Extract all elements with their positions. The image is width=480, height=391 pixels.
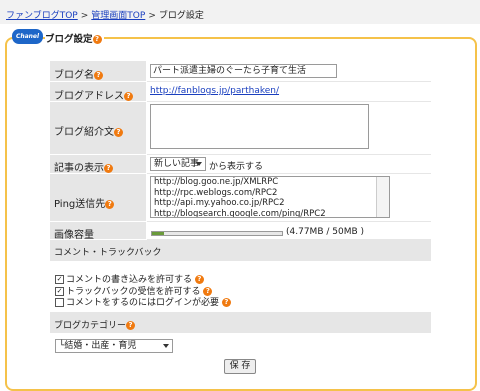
ping-label-cell: Ping送信先? bbox=[50, 174, 146, 222]
category-section-title: ブログカテゴリー? bbox=[54, 318, 136, 331]
help-icon[interactable]: ? bbox=[221, 298, 231, 307]
category-title-text: ブログカテゴリー bbox=[54, 321, 127, 331]
save-button[interactable]: 保 存 bbox=[224, 359, 256, 374]
ping-row: Ping送信先? http://blog.goo.ne.jp/XMLRPC ht… bbox=[50, 174, 431, 222]
blog-address-row: ブログアドレス? http://fanblogs.jp/parthaken/ bbox=[50, 82, 431, 102]
blog-address-label-cell: ブログアドレス? bbox=[50, 82, 146, 102]
blog-intro-row: ブログ紹介文? bbox=[50, 102, 431, 155]
blog-intro-value-cell bbox=[147, 102, 431, 155]
breadcrumb-separator: > bbox=[148, 11, 156, 21]
breadcrumb-link-fanblog-top[interactable]: ファンブログTOP bbox=[6, 11, 78, 21]
help-icon[interactable]: ? bbox=[114, 127, 123, 137]
capacity-bar-fill bbox=[152, 232, 165, 235]
capacity-label-cell: 画像容量 bbox=[50, 222, 146, 241]
breadcrumb-separator: > bbox=[80, 11, 89, 21]
ping-list-textarea[interactable]: http://blog.goo.ne.jp/XMLRPC http://rpc.… bbox=[150, 176, 390, 218]
ping-url: http://rpc.weblogs.com/RPC2 bbox=[154, 187, 278, 198]
capacity-value-cell: (4.77MB / 50MB ) bbox=[147, 222, 431, 240]
breadcrumb: ファンブログTOP > 管理画面TOP > ブログ設定 bbox=[6, 8, 204, 21]
category-value: └結婚・出産・育児 bbox=[59, 341, 137, 351]
blog-name-label: ブログ名? bbox=[54, 66, 103, 81]
display-order-select[interactable]: 新しい記事 bbox=[150, 157, 206, 171]
blog-name-label-cell: ブログ名? bbox=[50, 61, 146, 82]
checkbox[interactable] bbox=[55, 298, 64, 307]
help-icon[interactable]: ? bbox=[126, 321, 136, 330]
ping-label: Ping送信先? bbox=[54, 195, 115, 210]
checkbox[interactable]: ✓ bbox=[55, 275, 64, 284]
chevron-down-icon bbox=[163, 344, 169, 348]
capacity-text: (4.77MB / 50MB ) bbox=[286, 227, 365, 237]
display-label: 記事の表示? bbox=[54, 159, 113, 174]
panel-title: ブログ設定? bbox=[45, 31, 104, 45]
blog-intro-textarea[interactable] bbox=[150, 104, 369, 149]
help-icon[interactable]: ? bbox=[194, 275, 204, 284]
blog-address-label-text: ブログアドレス bbox=[54, 91, 124, 102]
ping-url: http://blogsearch.google.com/ping/RPC2 bbox=[154, 208, 326, 218]
comment-section-header: コメント・トラックバック bbox=[50, 240, 431, 261]
breadcrumb-bar: ファンブログTOP > 管理画面TOP > ブログ設定 bbox=[0, 0, 480, 24]
category-select[interactable]: └結婚・出産・育児 bbox=[55, 339, 173, 353]
display-label-text: 記事の表示 bbox=[54, 163, 104, 174]
display-suffix: から表示する bbox=[209, 162, 264, 172]
panel-title-text: ブログ設定 bbox=[45, 34, 93, 45]
blog-name-label-text: ブログ名 bbox=[54, 70, 94, 81]
option-require-login[interactable]: コメントをするのにはログインが必要 ? bbox=[55, 295, 231, 308]
category-section-header: ブログカテゴリー? bbox=[50, 312, 431, 333]
blog-address-label: ブログアドレス? bbox=[54, 87, 133, 102]
display-order-value: 新しい記事 bbox=[154, 159, 200, 169]
ping-value-cell: http://blog.goo.ne.jp/XMLRPC http://rpc.… bbox=[147, 174, 431, 222]
chanel-logo: Chanel bbox=[12, 29, 43, 44]
capacity-bar bbox=[151, 231, 283, 236]
blog-name-row: ブログ名? パート派遣主婦のぐーたら子育て生活 bbox=[50, 61, 431, 82]
blog-intro-label-cell: ブログ紹介文? bbox=[50, 102, 146, 155]
help-icon[interactable]: ? bbox=[104, 163, 113, 173]
blog-name-input[interactable]: パート派遣主婦のぐーたら子育て生活 bbox=[150, 64, 337, 78]
blog-intro-label: ブログ紹介文? bbox=[54, 123, 123, 138]
help-icon[interactable]: ? bbox=[124, 91, 133, 101]
option-label: コメントをするのにはログインが必要 bbox=[66, 298, 220, 308]
display-label-cell: 記事の表示? bbox=[50, 155, 146, 174]
ping-url: http://blog.goo.ne.jp/XMLRPC bbox=[154, 177, 279, 187]
blog-address-link[interactable]: http://fanblogs.jp/parthaken/ bbox=[150, 86, 279, 96]
breadcrumb-current: ブログ設定 bbox=[158, 11, 204, 21]
capacity-label: 画像容量 bbox=[54, 230, 94, 241]
breadcrumb-link-admin-top[interactable]: 管理画面TOP bbox=[91, 11, 145, 21]
scrollbar[interactable] bbox=[376, 177, 389, 217]
help-icon[interactable]: ? bbox=[94, 70, 103, 80]
blog-address-value-cell: http://fanblogs.jp/parthaken/ bbox=[147, 82, 431, 102]
ping-label-text: Ping送信先 bbox=[54, 199, 106, 210]
display-value-cell: 新しい記事 から表示する bbox=[147, 155, 431, 174]
blog-name-value-cell: パート派遣主婦のぐーたら子育て生活 bbox=[147, 61, 431, 82]
help-icon[interactable]: ? bbox=[105, 199, 115, 209]
blog-intro-label-text: ブログ紹介文 bbox=[54, 127, 114, 138]
comment-section-title: コメント・トラックバック bbox=[54, 248, 162, 258]
display-row: 記事の表示? 新しい記事 から表示する bbox=[50, 155, 431, 174]
ping-url: http://api.my.yahoo.co.jp/RPC2 bbox=[154, 198, 285, 208]
capacity-row: 画像容量 (4.77MB / 50MB ) bbox=[50, 222, 431, 241]
chevron-down-icon bbox=[196, 162, 202, 166]
help-icon[interactable]: ? bbox=[92, 35, 102, 44]
